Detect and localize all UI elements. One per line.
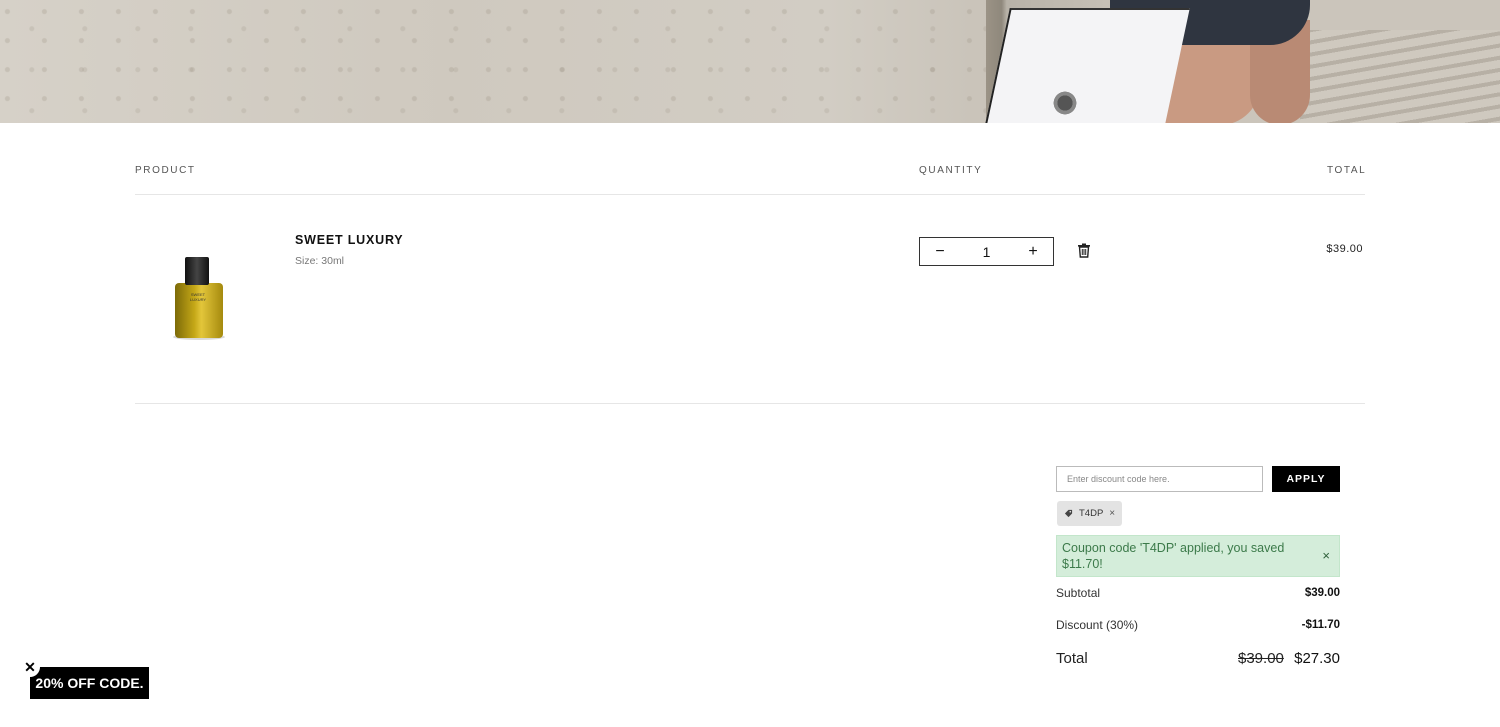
divider bbox=[135, 403, 1365, 404]
alert-message: Coupon code 'T4DP' applied, you saved $1… bbox=[1062, 541, 1285, 571]
trash-icon[interactable] bbox=[1077, 243, 1091, 258]
increment-button[interactable]: + bbox=[1023, 243, 1043, 260]
discount-label: Discount (30%) bbox=[1056, 618, 1139, 632]
apply-discount-button[interactable]: APPLY bbox=[1272, 466, 1340, 492]
discount-value: -$11.70 bbox=[1301, 619, 1340, 631]
promo-code-button[interactable]: 20% OFF CODE. bbox=[30, 667, 149, 699]
column-header-total: TOTAL bbox=[1327, 165, 1367, 176]
bottle-cap bbox=[185, 257, 209, 285]
quantity-stepper: − 1 + bbox=[919, 237, 1054, 266]
hero-banner-image bbox=[0, 0, 1500, 123]
close-alert-button[interactable]: × bbox=[1322, 548, 1330, 564]
column-header-quantity: QUANTITY bbox=[919, 165, 983, 176]
product-name[interactable]: SWEET LUXURY bbox=[295, 233, 403, 247]
total-original-price: $39.00 bbox=[1238, 650, 1284, 667]
background-step bbox=[1300, 30, 1500, 123]
remove-coupon-button[interactable]: × bbox=[1109, 508, 1115, 519]
coupon-code: T4DP bbox=[1079, 508, 1104, 519]
coupon-success-alert: Coupon code 'T4DP' applied, you saved $1… bbox=[1056, 535, 1340, 577]
applied-coupon-tag: T4DP × bbox=[1057, 501, 1123, 526]
bag-logo bbox=[1045, 88, 1085, 118]
subtotal-value: $39.00 bbox=[1304, 587, 1340, 599]
tag-icon bbox=[1064, 509, 1073, 518]
product-image[interactable]: SWEET LUXURY bbox=[165, 250, 235, 345]
discount-code-input[interactable] bbox=[1056, 466, 1263, 492]
close-icon[interactable]: ✕ bbox=[20, 657, 40, 677]
shopping-bag bbox=[982, 8, 1190, 123]
column-header-product: PRODUCT bbox=[135, 165, 196, 176]
quantity-value[interactable]: 1 bbox=[983, 244, 991, 260]
product-size: Size: 30ml bbox=[295, 255, 345, 267]
divider bbox=[135, 194, 1365, 195]
total-discounted-price: $27.30 bbox=[1294, 650, 1340, 667]
subtotal-label: Subtotal bbox=[1056, 586, 1101, 600]
bottle-label: SWEET LUXURY bbox=[189, 292, 207, 302]
decrement-button[interactable]: − bbox=[930, 243, 950, 260]
total-label: Total bbox=[1056, 650, 1088, 667]
line-item-price: $39.00 bbox=[1326, 243, 1363, 255]
